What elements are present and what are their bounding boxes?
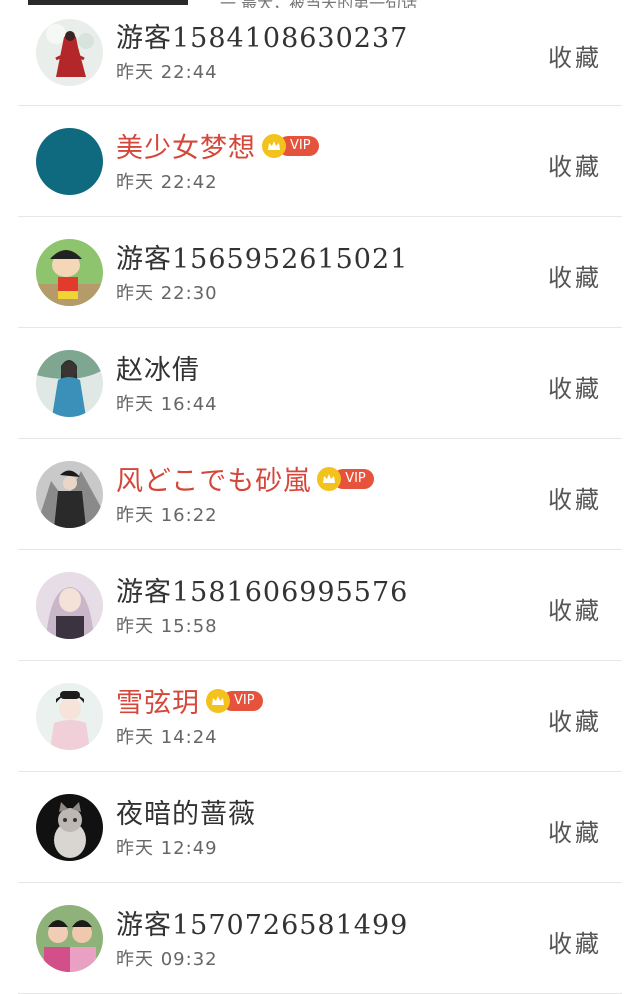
crown-icon bbox=[317, 466, 342, 491]
user-name: 夜暗的蔷薇 bbox=[116, 799, 256, 830]
timestamp: 昨天 16:44 bbox=[116, 394, 218, 415]
name-line: 游客1581606995576 bbox=[116, 570, 408, 609]
collect-button[interactable]: 收藏 bbox=[548, 38, 602, 73]
avatar-hanfu-girl-icon[interactable] bbox=[36, 682, 103, 750]
crown-icon bbox=[206, 688, 230, 713]
list-item[interactable]: 美少女梦想 VIP 昨天 22:42 收藏 bbox=[0, 106, 640, 217]
name-line: 夜暗的蔷薇 bbox=[116, 792, 256, 831]
collect-button[interactable]: 收藏 bbox=[548, 369, 602, 404]
list-item[interactable]: 风どこでも砂嵐 VIP 昨天 16:22 收藏 bbox=[0, 439, 640, 550]
vip-badge: VIP bbox=[262, 133, 319, 158]
list-item[interactable]: 雪弦玥 VIP 昨天 14:24 收藏 bbox=[0, 661, 640, 772]
avatar-children-icon[interactable] bbox=[36, 904, 103, 972]
name-line: 美少女梦想 VIP bbox=[116, 126, 319, 165]
favorites-list-page: 一 最大，被当天的第一句话 游客15841086302​37 昨天 22:44 … bbox=[0, 0, 640, 994]
name-line: 风どこでも砂嵐 VIP bbox=[116, 459, 374, 498]
collect-button[interactable]: 收藏 bbox=[548, 480, 602, 515]
collect-button[interactable]: 收藏 bbox=[548, 591, 602, 626]
collect-button[interactable]: 收藏 bbox=[548, 147, 602, 182]
name-line: 游客1570726581499 bbox=[116, 903, 408, 942]
avatar-red-dress-icon[interactable] bbox=[36, 19, 103, 86]
user-name: 游客15841086302​37 bbox=[116, 23, 409, 54]
list-item[interactable]: 游客15841086302​37 昨天 22:44 收藏 bbox=[0, 0, 640, 106]
user-name: 游客1570726581499 bbox=[116, 910, 409, 941]
name-line: 赵冰倩 bbox=[116, 348, 200, 387]
vip-badge: VIP bbox=[317, 466, 374, 491]
timestamp: 昨天 09:32 bbox=[116, 949, 218, 970]
user-list: 游客15841086302​37 昨天 22:44 收藏 美少女梦想 VIP 昨… bbox=[0, 0, 640, 994]
timestamp: 昨天 14:24 bbox=[116, 727, 218, 748]
avatar-warrior-icon[interactable] bbox=[36, 460, 103, 528]
name-line: 游客15841086302​37 bbox=[116, 16, 408, 55]
timestamp: 昨天 22:42 bbox=[116, 172, 218, 193]
vip-badge: VIP bbox=[206, 688, 263, 713]
user-name: 风どこでも砂嵐 bbox=[116, 466, 312, 497]
list-item[interactable]: 游客1570726581499 昨天 09:32 收藏 bbox=[0, 883, 640, 994]
list-item[interactable]: 赵冰倩 昨天 16:44 收藏 bbox=[0, 328, 640, 439]
list-item[interactable]: 夜暗的蔷薇 昨天 12:49 收藏 bbox=[0, 772, 640, 883]
timestamp: 昨天 22:44 bbox=[116, 62, 218, 83]
avatar-cartoon-icon[interactable] bbox=[36, 238, 103, 306]
user-name: 雪弦玥 bbox=[116, 688, 200, 719]
user-name: 赵冰倩 bbox=[116, 355, 200, 386]
avatar-teal-circle-icon[interactable] bbox=[36, 127, 103, 195]
collect-button[interactable]: 收藏 bbox=[548, 924, 602, 959]
collect-button[interactable]: 收藏 bbox=[548, 702, 602, 737]
timestamp: 昨天 22:30 bbox=[116, 283, 218, 304]
user-name: 游客1565952615021 bbox=[116, 244, 409, 275]
list-item[interactable]: 游客1581606995576 昨天 15:58 收藏 bbox=[0, 550, 640, 661]
list-item[interactable]: 游客1565952615021 昨天 22:30 收藏 bbox=[0, 217, 640, 328]
avatar-anime-girl-icon[interactable] bbox=[36, 571, 103, 639]
collect-button[interactable]: 收藏 bbox=[548, 813, 602, 848]
user-name: 美少女梦想 bbox=[116, 133, 256, 164]
crown-icon bbox=[262, 133, 286, 158]
timestamp: 昨天 12:49 bbox=[116, 838, 218, 859]
user-name: 游客1581606995576 bbox=[116, 577, 409, 608]
avatar-woman-blue-icon[interactable] bbox=[36, 349, 103, 417]
collect-button[interactable]: 收藏 bbox=[548, 258, 602, 293]
timestamp: 昨天 16:22 bbox=[116, 505, 218, 526]
timestamp: 昨天 15:58 bbox=[116, 616, 218, 637]
name-line: 雪弦玥 VIP bbox=[116, 681, 263, 720]
avatar-cat-icon[interactable] bbox=[36, 793, 103, 861]
name-line: 游客1565952615021 bbox=[116, 237, 408, 276]
